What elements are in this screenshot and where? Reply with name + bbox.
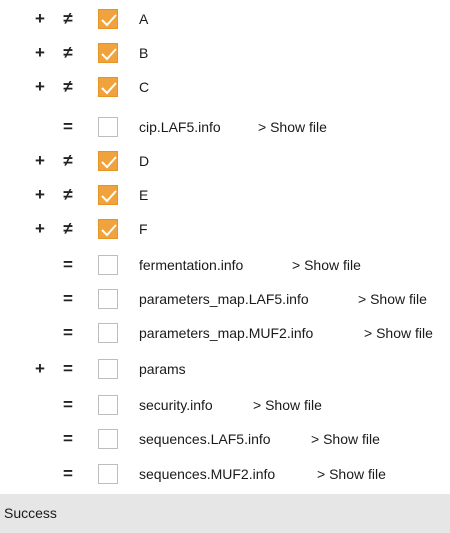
not-equal-icon: ≠ <box>63 77 73 96</box>
expand-button[interactable]: + <box>33 4 47 34</box>
checkmark-icon <box>101 190 117 203</box>
item-label: D <box>139 153 150 169</box>
not-equal-icon: ≠ <box>63 219 73 238</box>
expand-button[interactable]: + <box>33 180 47 210</box>
equal-icon: = <box>63 255 73 274</box>
equal-icon: = <box>63 429 73 448</box>
list-item: + ≠ E <box>0 178 450 212</box>
expand-button[interactable]: + <box>33 146 47 176</box>
item-label: sequences.MUF2.info <box>139 466 276 482</box>
checkmark-icon <box>101 48 117 61</box>
list-item: = sequences.LAF5.info > Show file <box>0 422 450 456</box>
show-file-link[interactable]: > Show file <box>292 250 361 280</box>
expand-button[interactable]: + <box>33 72 47 102</box>
item-label: sequences.LAF5.info <box>139 431 271 447</box>
checkbox[interactable] <box>98 429 118 449</box>
list-item: + ≠ F <box>0 212 450 246</box>
show-file-link[interactable]: > Show file <box>311 424 380 454</box>
not-equal-icon: ≠ <box>63 9 73 28</box>
not-equal-icon: ≠ <box>63 43 73 62</box>
checkmark-icon <box>101 82 117 95</box>
checkbox[interactable] <box>98 289 118 309</box>
checkbox[interactable] <box>98 395 118 415</box>
not-equal-icon: ≠ <box>63 151 73 170</box>
not-equal-icon: ≠ <box>63 185 73 204</box>
checkbox[interactable] <box>98 359 118 379</box>
expand-button[interactable]: + <box>33 38 47 68</box>
equal-icon: = <box>63 464 73 483</box>
expand-button[interactable]: + <box>33 354 47 384</box>
list-item: = parameters_map.LAF5.info > Show file <box>0 282 450 316</box>
list-item: = sequences.MUF2.info > Show file <box>0 457 450 491</box>
checkbox[interactable] <box>98 255 118 275</box>
checkbox[interactable] <box>98 117 118 137</box>
show-file-link[interactable]: > Show file <box>253 390 322 420</box>
show-file-link[interactable]: > Show file <box>358 284 427 314</box>
checkbox[interactable] <box>98 323 118 343</box>
checkbox[interactable] <box>98 43 118 63</box>
status-bar: Success <box>0 494 450 533</box>
list-item: + = params <box>0 352 450 386</box>
equal-icon: = <box>63 117 73 136</box>
list-item: = security.info > Show file <box>0 388 450 422</box>
equal-icon: = <box>63 359 73 378</box>
list-item: = parameters_map.MUF2.info > Show file <box>0 316 450 350</box>
checkbox[interactable] <box>98 185 118 205</box>
item-label: security.info <box>139 397 213 413</box>
show-file-link[interactable]: > Show file <box>317 459 386 489</box>
item-label: parameters_map.MUF2.info <box>139 325 314 341</box>
equal-icon: = <box>63 323 73 342</box>
item-label: fermentation.info <box>139 257 244 273</box>
checkbox[interactable] <box>98 9 118 29</box>
show-file-link[interactable]: > Show file <box>258 112 327 142</box>
status-text: Success <box>4 505 57 521</box>
checkmark-icon <box>101 14 117 27</box>
item-label: E <box>139 187 149 203</box>
item-label: parameters_map.LAF5.info <box>139 291 309 307</box>
list-item: = fermentation.info > Show file <box>0 248 450 282</box>
list-item: + ≠ D <box>0 144 450 178</box>
item-label: B <box>139 45 149 61</box>
item-label: C <box>139 79 150 95</box>
checkbox[interactable] <box>98 77 118 97</box>
equal-icon: = <box>63 289 73 308</box>
list-item: = cip.LAF5.info > Show file <box>0 110 450 144</box>
checkbox[interactable] <box>98 151 118 171</box>
list-item: + ≠ B <box>0 36 450 70</box>
item-label: A <box>139 11 149 27</box>
checkbox[interactable] <box>98 464 118 484</box>
item-label: cip.LAF5.info <box>139 119 221 135</box>
item-label: F <box>139 221 148 237</box>
checkmark-icon <box>101 156 117 169</box>
item-label: params <box>139 361 186 377</box>
list-item: + ≠ C <box>0 70 450 104</box>
expand-button[interactable]: + <box>33 214 47 244</box>
show-file-link[interactable]: > Show file <box>364 318 433 348</box>
checkmark-icon <box>101 224 117 237</box>
checkbox[interactable] <box>98 219 118 239</box>
equal-icon: = <box>63 395 73 414</box>
list-item: + ≠ A <box>0 2 450 36</box>
